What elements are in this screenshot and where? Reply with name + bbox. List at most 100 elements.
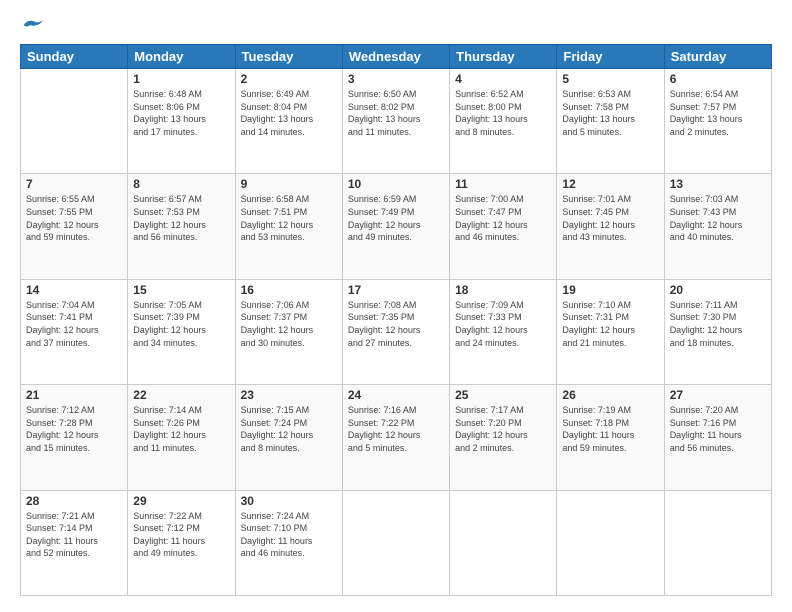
cell-content: Sunrise: 7:21 AMSunset: 7:14 PMDaylight:… (26, 510, 122, 560)
calendar-cell: 7 Sunrise: 6:55 AMSunset: 7:55 PMDaylight… (21, 174, 128, 279)
calendar-cell: 27 Sunrise: 7:20 AMSunset: 7:16 PMDayligh… (664, 385, 771, 490)
day-number: 22 (133, 388, 229, 402)
day-number: 21 (26, 388, 122, 402)
calendar-cell: 18 Sunrise: 7:09 AMSunset: 7:33 PMDayligh… (450, 279, 557, 384)
calendar-cell: 13 Sunrise: 7:03 AMSunset: 7:43 PMDayligh… (664, 174, 771, 279)
day-number: 18 (455, 283, 551, 297)
calendar-cell: 8 Sunrise: 6:57 AMSunset: 7:53 PMDaylight… (128, 174, 235, 279)
calendar-cell (664, 490, 771, 595)
calendar-cell: 24Sunrise: 7:16 AMSunset: 7:22 PMDayligh… (342, 385, 449, 490)
cell-content: Sunrise: 7:20 AMSunset: 7:16 PMDaylight:… (670, 404, 766, 454)
day-number: 3 (348, 72, 444, 86)
calendar-cell (342, 490, 449, 595)
day-number: 12 (562, 177, 658, 191)
header (20, 16, 772, 34)
calendar-cell: 6 Sunrise: 6:54 AMSunset: 7:57 PMDaylight… (664, 69, 771, 174)
cell-content: Sunrise: 6:59 AMSunset: 7:49 PMDaylight:… (348, 193, 444, 243)
calendar-cell: 21Sunrise: 7:12 AMSunset: 7:28 PMDayligh… (21, 385, 128, 490)
calendar-cell (450, 490, 557, 595)
calendar-cell: 3 Sunrise: 6:50 AMSunset: 8:02 PMDaylight… (342, 69, 449, 174)
cell-content: Sunrise: 6:57 AMSunset: 7:53 PMDaylight:… (133, 193, 229, 243)
calendar-body: 1 Sunrise: 6:48 AMSunset: 8:06 PMDaylight… (21, 69, 772, 596)
calendar-cell: 17 Sunrise: 7:08 AMSunset: 7:35 PMDayligh… (342, 279, 449, 384)
calendar-cell: 16Sunrise: 7:06 AMSunset: 7:37 PMDayligh… (235, 279, 342, 384)
day-number: 5 (562, 72, 658, 86)
cell-content: Sunrise: 7:24 AMSunset: 7:10 PMDaylight:… (241, 510, 337, 560)
cell-content: Sunrise: 7:11 AMSunset: 7:30 PMDaylight:… (670, 299, 766, 349)
day-number: 30 (241, 494, 337, 508)
day-number: 25 (455, 388, 551, 402)
calendar-cell: 28 Sunrise: 7:21 AMSunset: 7:14 PMDayligh… (21, 490, 128, 595)
calendar-cell: 5Sunrise: 6:53 AMSunset: 7:58 PMDaylight… (557, 69, 664, 174)
cell-content: Sunrise: 7:01 AMSunset: 7:45 PMDaylight:… (562, 193, 658, 243)
cell-content: Sunrise: 7:09 AMSunset: 7:33 PMDaylight:… (455, 299, 551, 349)
day-number: 17 (348, 283, 444, 297)
cell-content: Sunrise: 6:48 AMSunset: 8:06 PMDaylight:… (133, 88, 229, 138)
day-header-wednesday: Wednesday (342, 45, 449, 69)
week-row-4: 21Sunrise: 7:12 AMSunset: 7:28 PMDayligh… (21, 385, 772, 490)
calendar-cell: 29 Sunrise: 7:22 AMSunset: 7:12 PMDayligh… (128, 490, 235, 595)
day-number: 27 (670, 388, 766, 402)
cell-content: Sunrise: 6:58 AMSunset: 7:51 PMDaylight:… (241, 193, 337, 243)
week-row-5: 28 Sunrise: 7:21 AMSunset: 7:14 PMDayligh… (21, 490, 772, 595)
cell-content: Sunrise: 7:10 AMSunset: 7:31 PMDaylight:… (562, 299, 658, 349)
day-number: 29 (133, 494, 229, 508)
cell-content: Sunrise: 6:49 AMSunset: 8:04 PMDaylight:… (241, 88, 337, 138)
day-number: 15 (133, 283, 229, 297)
calendar-header: SundayMondayTuesdayWednesdayThursdayFrid… (21, 45, 772, 69)
calendar-cell: 25 Sunrise: 7:17 AMSunset: 7:20 PMDayligh… (450, 385, 557, 490)
cell-content: Sunrise: 7:08 AMSunset: 7:35 PMDaylight:… (348, 299, 444, 349)
calendar-cell (557, 490, 664, 595)
cell-content: Sunrise: 6:54 AMSunset: 7:57 PMDaylight:… (670, 88, 766, 138)
cell-content: Sunrise: 7:22 AMSunset: 7:12 PMDaylight:… (133, 510, 229, 560)
logo (20, 16, 46, 34)
header-row: SundayMondayTuesdayWednesdayThursdayFrid… (21, 45, 772, 69)
calendar-cell: 12 Sunrise: 7:01 AMSunset: 7:45 PMDayligh… (557, 174, 664, 279)
week-row-1: 1 Sunrise: 6:48 AMSunset: 8:06 PMDaylight… (21, 69, 772, 174)
day-number: 9 (241, 177, 337, 191)
calendar-cell: 30 Sunrise: 7:24 AMSunset: 7:10 PMDayligh… (235, 490, 342, 595)
day-number: 10 (348, 177, 444, 191)
cell-content: Sunrise: 7:15 AMSunset: 7:24 PMDaylight:… (241, 404, 337, 454)
day-number: 13 (670, 177, 766, 191)
week-row-2: 7 Sunrise: 6:55 AMSunset: 7:55 PMDaylight… (21, 174, 772, 279)
week-row-3: 14 Sunrise: 7:04 AMSunset: 7:41 PMDayligh… (21, 279, 772, 384)
day-number: 20 (670, 283, 766, 297)
cell-content: Sunrise: 7:04 AMSunset: 7:41 PMDaylight:… (26, 299, 122, 349)
cell-content: Sunrise: 7:14 AMSunset: 7:26 PMDaylight:… (133, 404, 229, 454)
cell-content: Sunrise: 7:19 AMSunset: 7:18 PMDaylight:… (562, 404, 658, 454)
calendar-cell: 15 Sunrise: 7:05 AMSunset: 7:39 PMDayligh… (128, 279, 235, 384)
day-number: 4 (455, 72, 551, 86)
cell-content: Sunrise: 7:17 AMSunset: 7:20 PMDaylight:… (455, 404, 551, 454)
cell-content: Sunrise: 7:03 AMSunset: 7:43 PMDaylight:… (670, 193, 766, 243)
day-number: 8 (133, 177, 229, 191)
calendar-cell: 10 Sunrise: 6:59 AMSunset: 7:49 PMDayligh… (342, 174, 449, 279)
cell-content: Sunrise: 6:50 AMSunset: 8:02 PMDaylight:… (348, 88, 444, 138)
day-number: 2 (241, 72, 337, 86)
cell-content: Sunrise: 6:52 AMSunset: 8:00 PMDaylight:… (455, 88, 551, 138)
day-number: 11 (455, 177, 551, 191)
day-number: 14 (26, 283, 122, 297)
day-header-tuesday: Tuesday (235, 45, 342, 69)
calendar-cell: 19 Sunrise: 7:10 AMSunset: 7:31 PMDayligh… (557, 279, 664, 384)
calendar-page: SundayMondayTuesdayWednesdayThursdayFrid… (0, 0, 792, 612)
day-number: 1 (133, 72, 229, 86)
calendar-cell: 2 Sunrise: 6:49 AMSunset: 8:04 PMDaylight… (235, 69, 342, 174)
day-number: 26 (562, 388, 658, 402)
calendar-cell: 20 Sunrise: 7:11 AMSunset: 7:30 PMDayligh… (664, 279, 771, 384)
day-number: 7 (26, 177, 122, 191)
calendar-cell: 14 Sunrise: 7:04 AMSunset: 7:41 PMDayligh… (21, 279, 128, 384)
cell-content: Sunrise: 7:05 AMSunset: 7:39 PMDaylight:… (133, 299, 229, 349)
calendar-cell: 4 Sunrise: 6:52 AMSunset: 8:00 PMDaylight… (450, 69, 557, 174)
day-number: 28 (26, 494, 122, 508)
day-number: 19 (562, 283, 658, 297)
calendar-cell (21, 69, 128, 174)
calendar-table: SundayMondayTuesdayWednesdayThursdayFrid… (20, 44, 772, 596)
day-number: 23 (241, 388, 337, 402)
cell-content: Sunrise: 6:55 AMSunset: 7:55 PMDaylight:… (26, 193, 122, 243)
day-header-sunday: Sunday (21, 45, 128, 69)
cell-content: Sunrise: 7:16 AMSunset: 7:22 PMDaylight:… (348, 404, 444, 454)
day-number: 6 (670, 72, 766, 86)
cell-content: Sunrise: 7:00 AMSunset: 7:47 PMDaylight:… (455, 193, 551, 243)
calendar-cell: 22 Sunrise: 7:14 AMSunset: 7:26 PMDayligh… (128, 385, 235, 490)
